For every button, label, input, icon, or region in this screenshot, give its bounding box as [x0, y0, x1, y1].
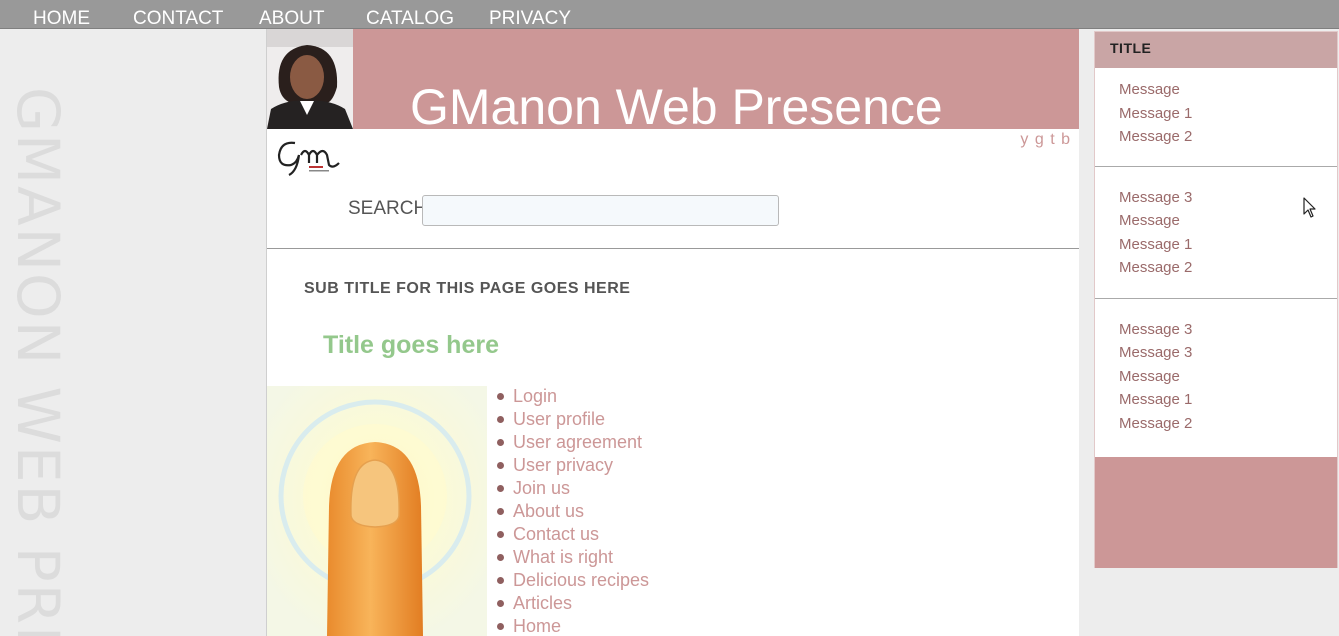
gm-logo-icon[interactable]: [273, 133, 341, 177]
link-label: Login: [513, 386, 558, 406]
vertical-site-watermark: GMANON WEB PRE: [4, 87, 72, 636]
nav-about-link[interactable]: ABOUT: [259, 7, 324, 31]
sidebar-message-link[interactable]: Message: [1119, 212, 1180, 229]
link-user-privacy[interactable]: User privacy: [497, 454, 649, 477]
bullet-icon: [497, 508, 504, 515]
bullet-icon: [497, 439, 504, 446]
sidebar-message-link[interactable]: Message 3: [1119, 321, 1192, 338]
link-label: Contact us: [513, 524, 600, 544]
sidebar-message-link[interactable]: Message 2: [1119, 415, 1192, 432]
sidebar-message-link[interactable]: Message 1: [1119, 391, 1192, 408]
bullet-icon: [497, 531, 504, 538]
link-delicious-recipes[interactable]: Delicious recipes: [497, 569, 649, 592]
link-articles[interactable]: Articles: [497, 592, 649, 615]
bullet-icon: [497, 600, 504, 607]
sidebar-header: TITLE: [1095, 32, 1337, 68]
link-login[interactable]: Login: [497, 385, 649, 408]
link-about-us[interactable]: About us: [497, 500, 649, 523]
bullet-icon: [497, 577, 504, 584]
sidebar-message-link[interactable]: Message 2: [1119, 128, 1192, 145]
sidebar-title: TITLE: [1110, 40, 1152, 56]
finger-glow-icon: [267, 386, 487, 636]
sidebar-message-link[interactable]: Message 3: [1119, 189, 1192, 206]
page-subtitle: SUB TITLE FOR THIS PAGE GOES HERE: [304, 280, 631, 297]
page-title: Title goes here: [323, 331, 499, 359]
link-label: Delicious recipes: [513, 570, 650, 590]
nav-contact-link[interactable]: CONTACT: [133, 7, 223, 31]
link-label: Home: [513, 616, 562, 636]
search-label: SEARCH:: [348, 198, 433, 219]
avatar-photo-icon: [267, 29, 353, 129]
sidebar-message-link[interactable]: Message: [1119, 368, 1180, 385]
link-label: Articles: [513, 593, 573, 613]
bullet-icon: [497, 554, 504, 561]
bullet-icon: [497, 623, 504, 630]
bullet-icon: [497, 393, 504, 400]
link-label: User profile: [513, 409, 606, 429]
sidebar-message-link[interactable]: Message 3: [1119, 344, 1192, 361]
link-label: User agreement: [513, 432, 643, 452]
sidebar-message-group: Message 3 Message Message 1 Message 2: [1095, 167, 1337, 299]
sidebar-footer-block: [1095, 457, 1337, 568]
link-label: About us: [513, 501, 585, 521]
link-user-profile[interactable]: User profile: [497, 408, 649, 431]
search-input[interactable]: [422, 195, 779, 226]
link-home[interactable]: Home: [497, 615, 649, 636]
sidebar-message-group: Message 3 Message 3 Message Message 1 Me…: [1095, 299, 1337, 457]
sidebar-message-link[interactable]: Message 1: [1119, 236, 1192, 253]
bullet-icon: [497, 462, 504, 469]
sidebar-message-link[interactable]: Message 2: [1119, 259, 1192, 276]
top-nav: HOME CONTACT ABOUT CATALOG PRIVACY: [0, 0, 1339, 29]
hero-image: [267, 386, 487, 636]
section-divider: [267, 248, 1079, 249]
right-sidebar: TITLE Message Message 1 Message 2 Messag…: [1094, 31, 1338, 568]
nav-catalog-link[interactable]: CATALOG: [366, 7, 454, 31]
link-contact-us[interactable]: Contact us: [497, 523, 649, 546]
mouse-cursor-icon: [1303, 197, 1316, 218]
main-content: GManon Web Presence y g t b SEARCH: SUB …: [266, 29, 1079, 636]
left-panel: GMANON WEB PRE: [0, 29, 266, 636]
link-what-is-right[interactable]: What is right: [497, 546, 649, 569]
social-links[interactable]: y g t b: [1020, 131, 1071, 149]
link-join-us[interactable]: Join us: [497, 477, 649, 500]
link-list: Login User profile User agreement User p…: [497, 385, 649, 636]
sidebar-message-group: Message Message 1 Message 2: [1095, 68, 1337, 167]
link-label: User privacy: [513, 455, 614, 475]
site-title: GManon Web Presence: [410, 79, 943, 135]
link-label: Join us: [513, 478, 571, 498]
sidebar-message-link[interactable]: Message: [1119, 81, 1180, 98]
avatar: [267, 29, 353, 129]
nav-privacy-link[interactable]: PRIVACY: [489, 7, 571, 31]
sidebar-message-link[interactable]: Message 1: [1119, 105, 1192, 122]
link-label: What is right: [513, 547, 614, 567]
link-user-agreement[interactable]: User agreement: [497, 431, 649, 454]
nav-home-link[interactable]: HOME: [33, 7, 90, 31]
bullet-icon: [497, 485, 504, 492]
bullet-icon: [497, 416, 504, 423]
